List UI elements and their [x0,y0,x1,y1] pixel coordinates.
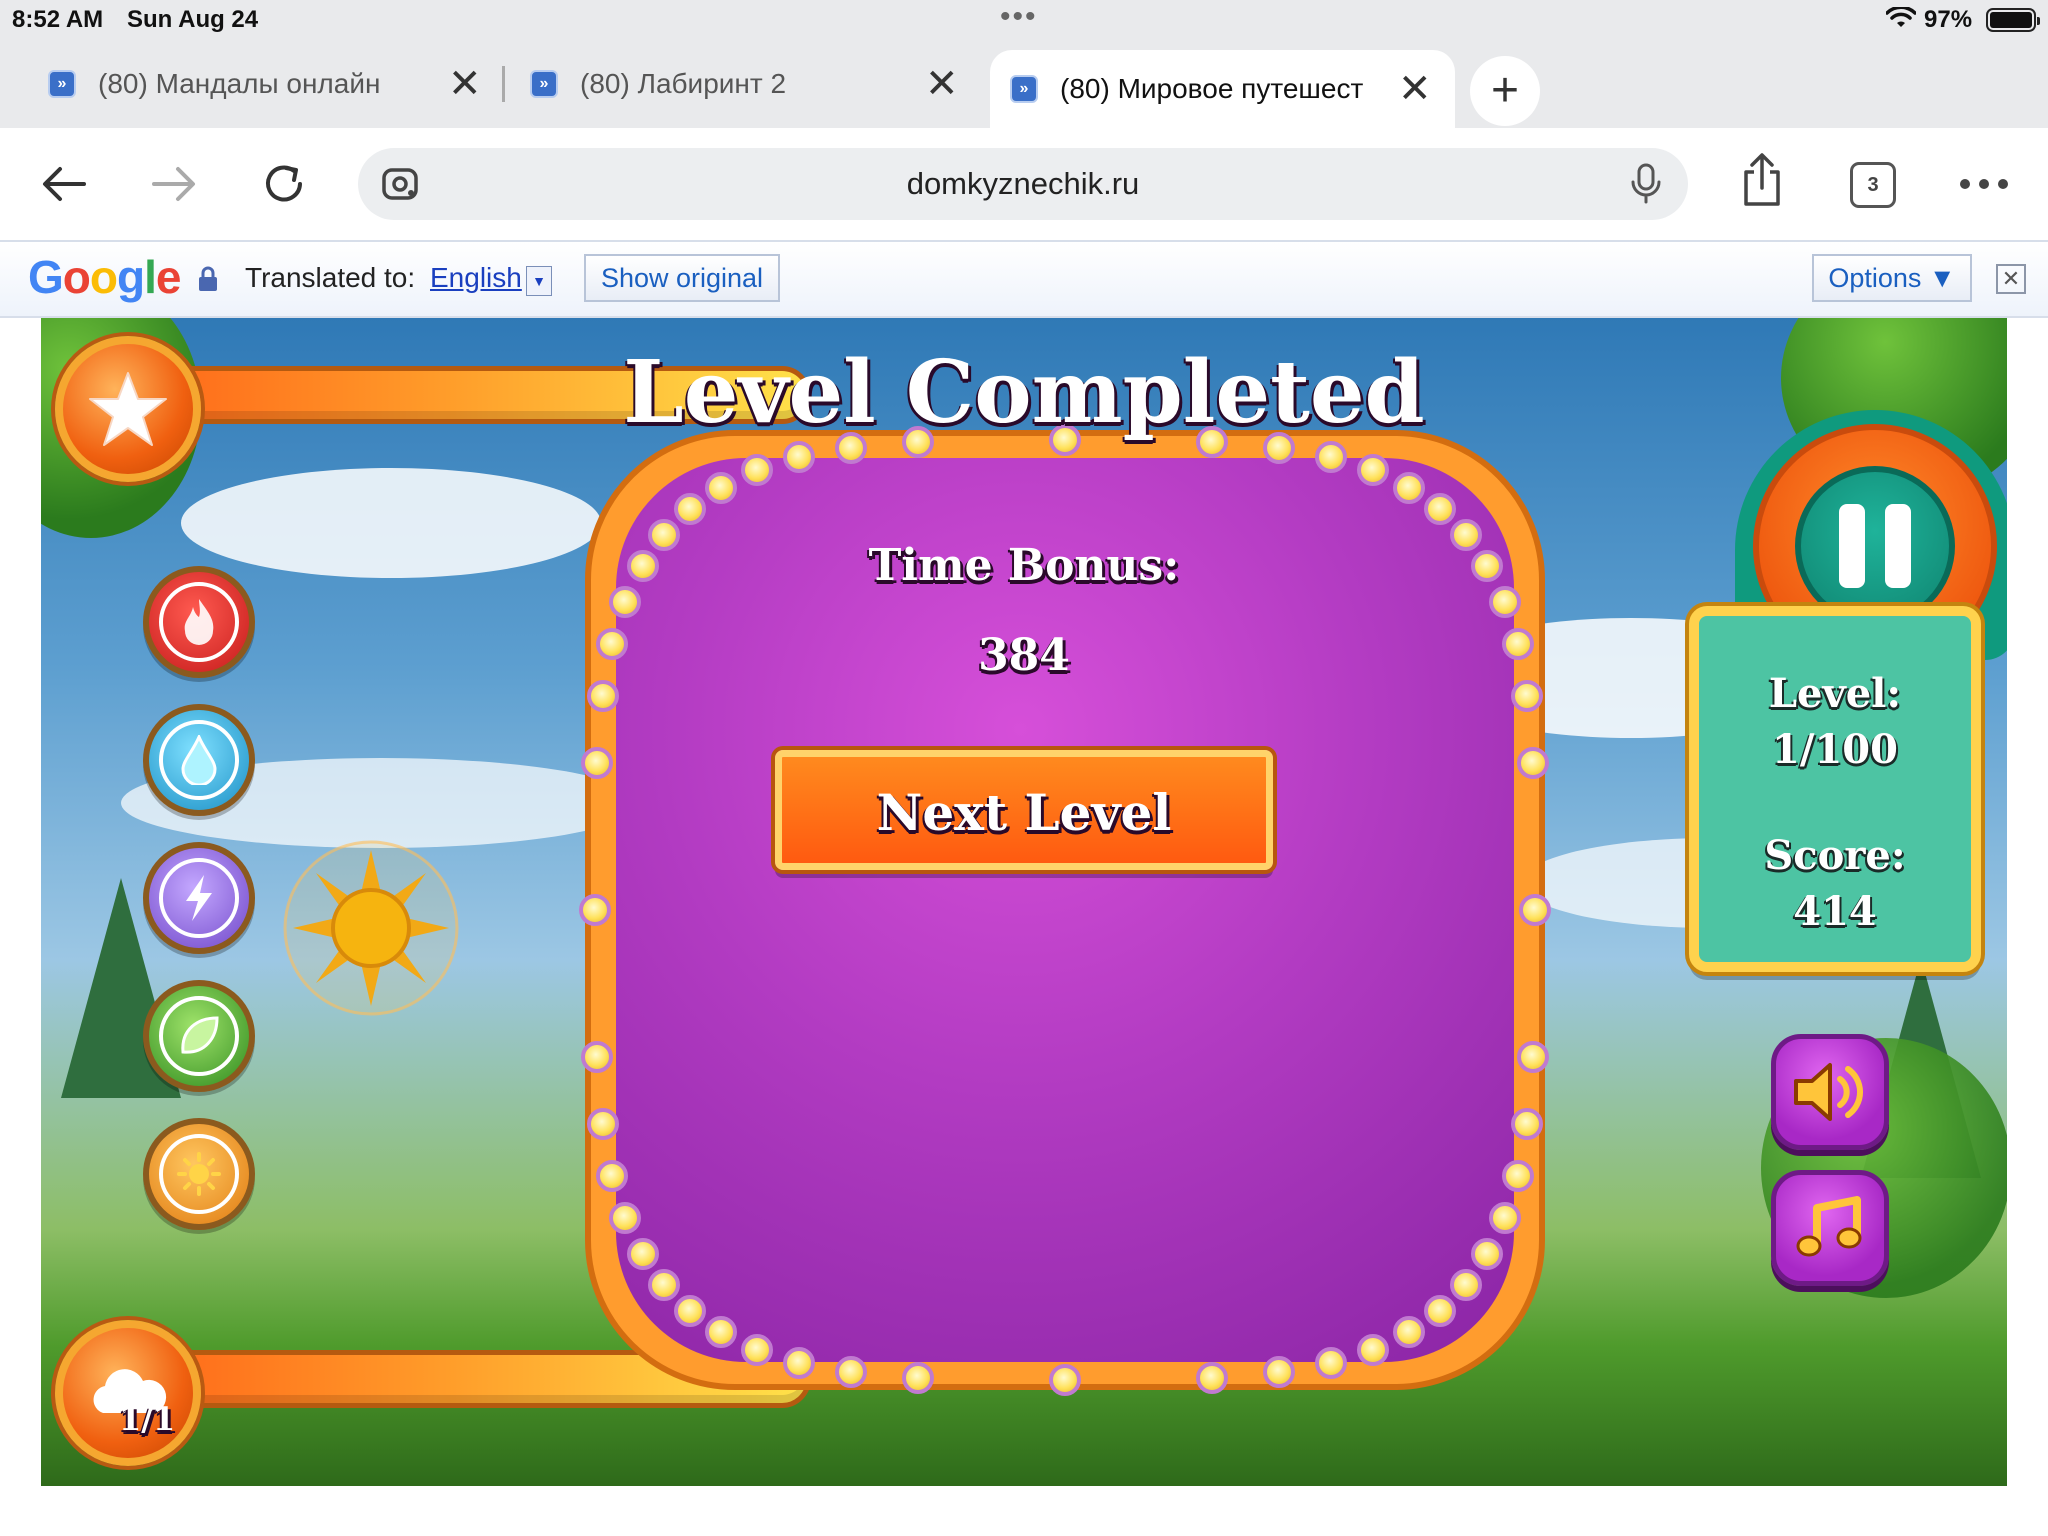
site-favicon-icon: » [530,70,558,98]
google-logo: Google [28,251,181,303]
frame-bulb [1195,1362,1228,1395]
sound-toggle-button[interactable] [1771,1034,1889,1150]
address-bar[interactable]: domkyznechik.ru [358,148,1688,220]
show-original-button[interactable]: Show original [584,254,780,302]
level-completed-title: Level Completed [623,342,1425,443]
level-complete-dialog [616,458,1514,1362]
forward-icon[interactable] [146,156,202,212]
sun-power-button[interactable] [143,1118,255,1230]
frame-bulb [1314,441,1347,474]
leaf-power-button[interactable] [143,980,255,1092]
cloud-orb [55,1320,201,1466]
frame-bulb [704,471,737,504]
tab-world-travel[interactable]: » (80) Мировое путешест ✕ [990,50,1455,128]
time-bonus-value: 384 [978,630,1070,681]
tab-switcher-button[interactable]: 3 [1850,162,1896,208]
tab-strip: » (80) Мандалы онлайн ✕ » (80) Лабиринт … [0,40,2048,128]
score-value: 414 [1793,888,1877,935]
tab-mandalas[interactable]: » (80) Мандалы онлайн ✕ [48,50,488,118]
frame-bulb [579,894,611,926]
music-note-icon [1796,1196,1862,1257]
frame-bulb [1357,1333,1390,1366]
frame-bulb [1449,1268,1482,1301]
tab-separator [502,66,505,102]
score-label: Score: [1764,832,1906,879]
frame-bulb [648,1268,681,1301]
close-translate-bar-icon[interactable]: ✕ [1996,264,2026,294]
microphone-icon[interactable] [1626,162,1666,206]
frame-bulb [674,1294,707,1327]
leaf-icon [181,1016,219,1054]
wifi-icon [1886,7,1916,27]
browser-toolbar: domkyznechik.ru 3 [0,128,2048,240]
lightning-power-button[interactable] [143,842,255,954]
sun-decoration-icon [283,840,459,1016]
frame-bulb [626,1238,659,1271]
game-canvas[interactable]: 1/1 Level: 1/100 Score: 414 [41,318,2007,1486]
level-value: 1/100 [1772,726,1898,773]
frame-bulb [740,1333,773,1366]
site-favicon-icon: » [1010,75,1038,103]
frame-bulb [1049,1364,1081,1396]
frame-bulb [740,454,773,487]
time-bonus-label: Time Bonus: [868,540,1180,591]
frame-bulb [1488,1202,1521,1235]
next-level-button[interactable]: Next Level [775,750,1273,870]
lock-icon [199,266,217,291]
tab-labyrinth[interactable]: » (80) Лабиринт 2 ✕ [530,50,970,118]
frame-bulb [1393,471,1426,504]
water-power-button[interactable] [143,704,255,816]
target-language-link[interactable]: English [430,262,522,294]
frame-bulb [783,1346,816,1379]
site-favicon-icon: » [48,70,76,98]
reload-icon[interactable] [256,156,312,212]
close-tab-icon[interactable]: ✕ [448,64,482,104]
battery-percent: 97% [1924,6,1973,33]
frame-bulb [1423,1294,1456,1327]
options-button[interactable]: Options ▼ [1812,254,1972,302]
frame-bulb [1519,894,1551,926]
multitasking-dots-icon[interactable]: ••• [1000,0,1038,34]
status-bar: 8:52 AM Sun Aug 24 ••• 97% [0,0,2048,40]
close-tab-icon[interactable]: ✕ [925,64,959,104]
music-toggle-button[interactable] [1771,1170,1889,1286]
frame-bulb [1423,493,1456,526]
frame-bulb [580,747,613,780]
frame-bulb [1314,1346,1347,1379]
lightning-icon [186,875,212,921]
share-icon[interactable] [1734,152,1790,208]
frame-bulb [704,1316,737,1349]
frame-bulb [596,1159,629,1192]
translated-to-label: Translated to: [245,262,416,293]
status-date: Sun Aug 24 [127,6,259,33]
speaker-icon [1794,1063,1863,1121]
back-icon[interactable] [36,156,92,212]
frame-bulb [1517,1040,1550,1073]
url-text: domkyznechik.ru [906,166,1140,201]
frame-bulb [586,679,619,712]
close-tab-icon[interactable]: ✕ [1398,69,1432,109]
sun-icon [177,1152,221,1196]
battery-icon [1986,8,2040,32]
language-dropdown-icon[interactable]: ▼ [526,266,552,296]
status-time: 8:52 AM [12,6,104,33]
frame-bulb [586,1108,619,1141]
translate-bar: Google Translated to: English ▼ Show ori… [0,240,2048,318]
water-drop-icon [181,735,217,785]
frame-bulb [1501,1159,1534,1192]
frame-bulb [580,1040,613,1073]
new-tab-button[interactable]: + [1470,56,1540,126]
next-level-label: Next Level [876,783,1172,842]
more-menu-icon[interactable] [1956,156,2012,212]
cloud-counter: 1/1 [119,1400,176,1438]
